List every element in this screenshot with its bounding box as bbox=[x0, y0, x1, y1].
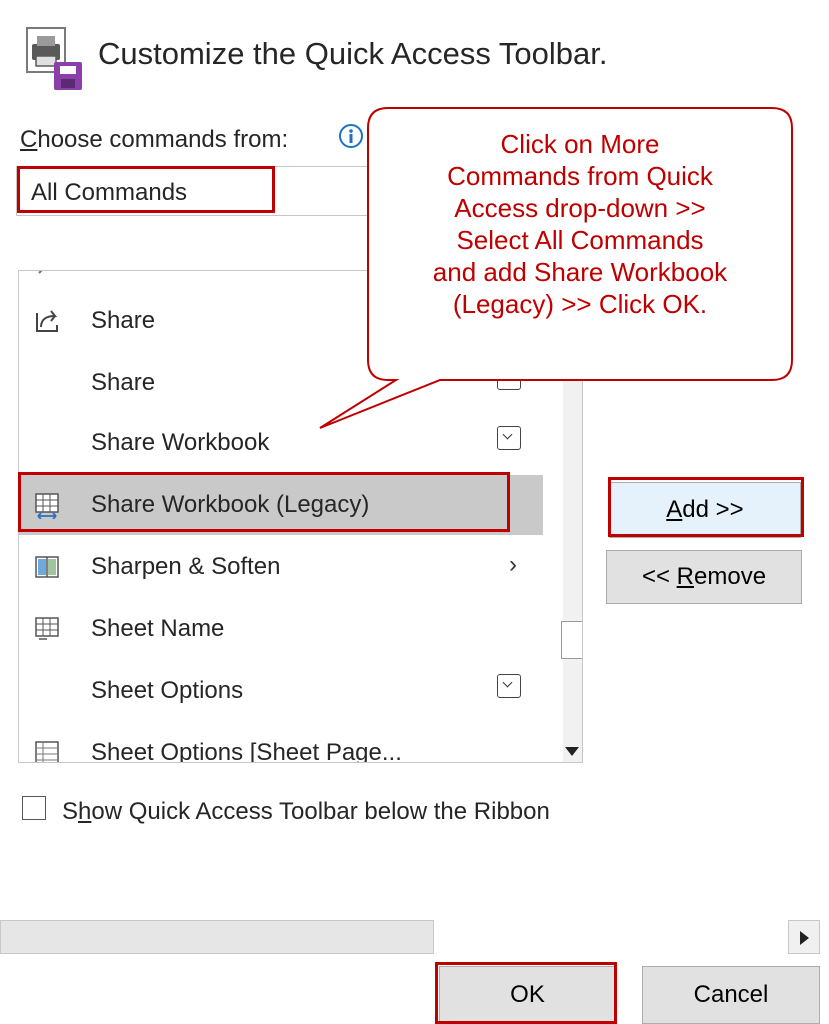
scroll-down-arrow-icon[interactable] bbox=[565, 747, 579, 756]
share-icon bbox=[33, 307, 61, 335]
commands-source-value: All Commands bbox=[31, 179, 188, 206]
remove-prefix: << bbox=[641, 563, 677, 590]
split-dropdown-icon bbox=[497, 674, 521, 698]
add-accesskey: A bbox=[666, 496, 683, 523]
info-icon[interactable] bbox=[338, 123, 364, 149]
sheet-options-icon bbox=[33, 739, 61, 762]
callout-text: Click on More Commands from Quick Access… bbox=[380, 128, 780, 320]
share-workbook-legacy-icon bbox=[33, 491, 61, 520]
callout-line: and add Share Workbook bbox=[432, 257, 728, 287]
list-item-sheet-name[interactable]: Sheet Name bbox=[19, 599, 543, 659]
list-item-sheet-options-page[interactable]: Sheet Options [Sheet Page... bbox=[19, 723, 543, 763]
add-label: dd >> bbox=[682, 496, 744, 523]
list-item-label: Sheet Options [Sheet Page... bbox=[91, 739, 402, 763]
list-item-label: Share bbox=[91, 369, 156, 396]
dialog-title: Customize the Quick Access Toolbar. bbox=[98, 36, 608, 71]
ok-button[interactable]: OK bbox=[439, 966, 616, 1024]
callout-line: Select All Commands bbox=[456, 225, 704, 255]
list-item-share-workbook[interactable]: Share Workbook bbox=[19, 413, 543, 473]
checkbox-accesskey: h bbox=[78, 798, 92, 825]
checkbox-label-prefix: S bbox=[62, 798, 79, 825]
checkbox-label-text: ow Quick Access Toolbar below the Ribbon bbox=[91, 798, 550, 825]
choose-accesskey: C bbox=[20, 126, 38, 153]
cancel-button[interactable]: Cancel bbox=[642, 966, 820, 1024]
callout-line: (Legacy) >> Click OK. bbox=[452, 289, 708, 319]
list-item-label: Sheet Options bbox=[91, 677, 244, 704]
remove-accesskey: R bbox=[676, 563, 694, 590]
list-scroll-thumb[interactable] bbox=[561, 621, 582, 659]
commands-list[interactable]: Share Share Share Workbook Share Workboo… bbox=[18, 270, 583, 763]
list-item-sharpen-soften[interactable]: Sharpen & Soften › bbox=[19, 537, 543, 597]
callout-line: Access drop-down >> bbox=[454, 193, 706, 223]
split-dropdown-icon bbox=[497, 366, 521, 390]
list-item-label: Share Workbook bbox=[91, 429, 270, 456]
choose-label-text: hoose commands from: bbox=[37, 126, 289, 153]
list-item-label: Sharpen & Soften bbox=[91, 553, 281, 580]
submenu-chevron-icon: › bbox=[509, 551, 517, 578]
sharpen-soften-icon bbox=[33, 553, 61, 581]
show-below-ribbon-label[interactable]: Show Quick Access Toolbar below the Ribb… bbox=[62, 792, 582, 832]
callout-line: Click on More bbox=[500, 129, 660, 159]
remove-button[interactable]: << Remove bbox=[606, 550, 802, 604]
list-item-share-dropdown[interactable]: Share bbox=[19, 353, 543, 413]
list-item-label: Share bbox=[91, 307, 156, 334]
list-item-label: Share Workbook (Legacy) bbox=[91, 491, 370, 518]
split-dropdown-icon bbox=[497, 426, 521, 450]
list-item-label: Sheet Name bbox=[91, 615, 225, 642]
list-vertical-scrollbar[interactable] bbox=[561, 271, 582, 762]
sheet-name-icon bbox=[33, 615, 61, 643]
list-item-share-workbook-legacy[interactable]: Share Workbook (Legacy) bbox=[19, 475, 543, 535]
horizontal-scrollbar-thumb[interactable] bbox=[0, 920, 434, 954]
add-button[interactable]: Add >> bbox=[609, 482, 801, 538]
remove-label: emove bbox=[694, 563, 767, 590]
quick-access-toolbar-icon bbox=[24, 26, 86, 92]
scroll-right-arrow-icon[interactable] bbox=[788, 920, 820, 954]
callout-line: Commands from Quick bbox=[447, 161, 713, 191]
list-item-sheet-options[interactable]: Sheet Options bbox=[19, 661, 543, 721]
choose-commands-label: Choose commands from: bbox=[20, 126, 288, 154]
show-below-ribbon-checkbox[interactable] bbox=[22, 796, 46, 820]
